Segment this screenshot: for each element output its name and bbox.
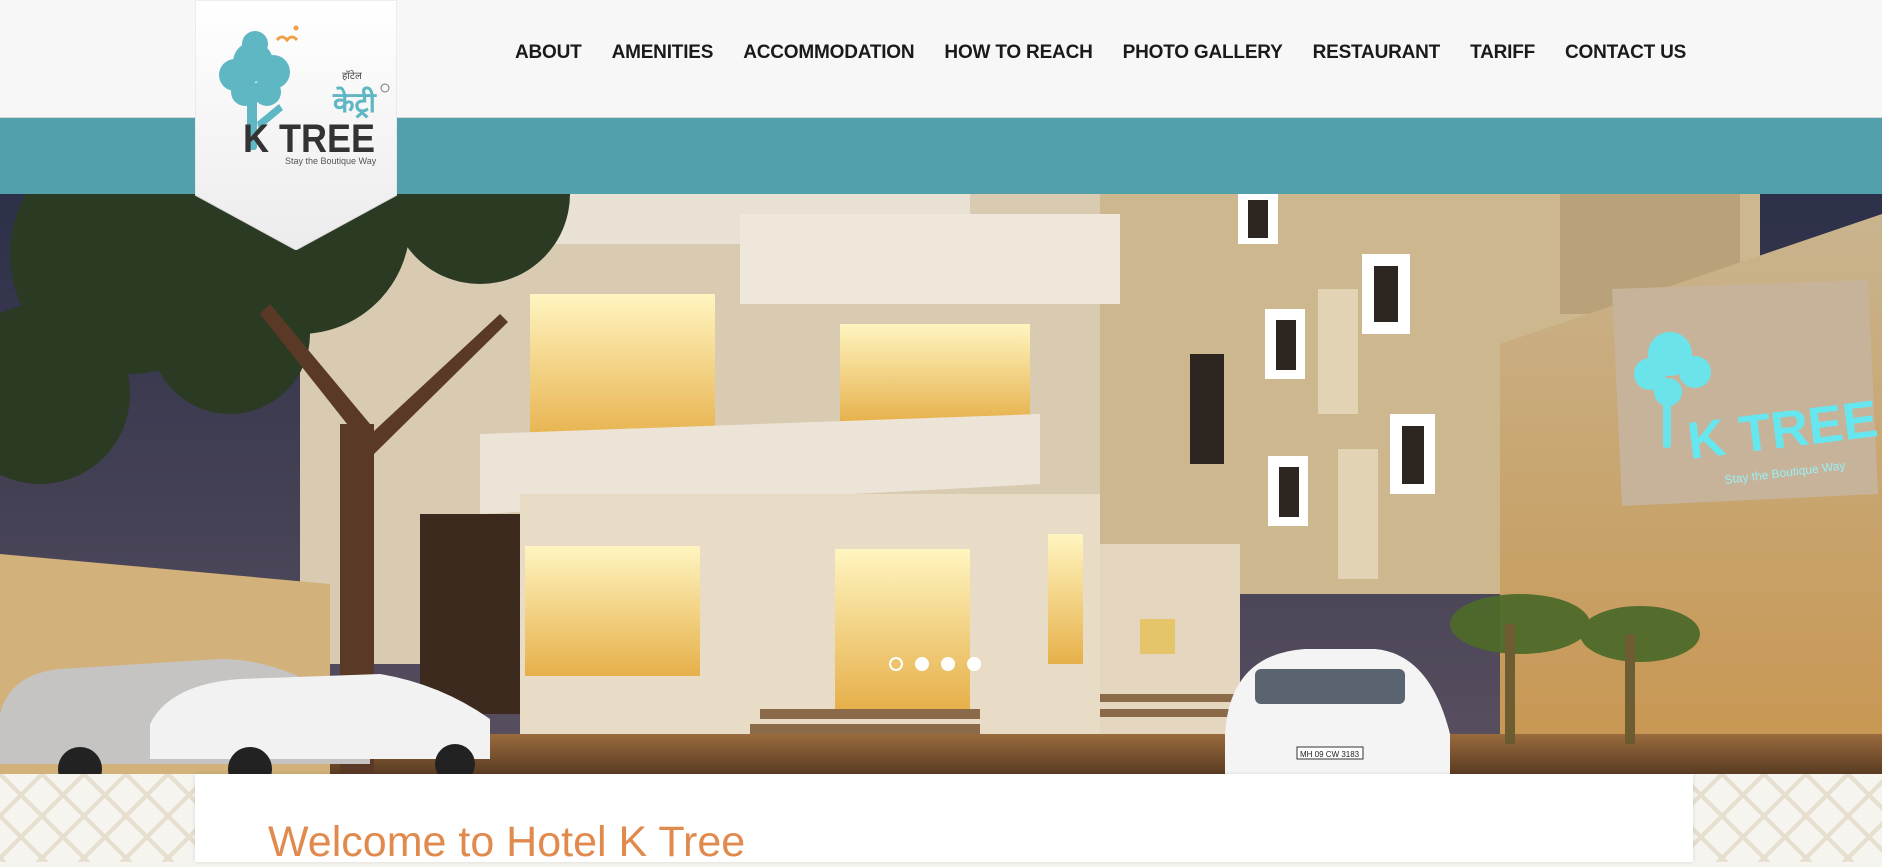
nav-photo-gallery[interactable]: PHOTO GALLERY [1108, 42, 1298, 64]
nav-contact-us[interactable]: CONTACT US [1550, 42, 1701, 64]
logo-tagline: Stay the Boutique Way [285, 156, 377, 166]
welcome-section: Welcome to Hotel K Tree [195, 774, 1693, 866]
nav-tariff[interactable]: TARIFF [1455, 42, 1550, 64]
nav-restaurant[interactable]: RESTAURANT [1298, 42, 1455, 64]
hero-slider: K TREE Stay the Boutique Way MH 09 CW 31… [0, 194, 1882, 774]
slide-dot-3[interactable] [941, 657, 955, 671]
slide-dot-1[interactable] [889, 657, 903, 671]
car-plate: MH 09 CW 3183 [1300, 750, 1360, 759]
nav-about[interactable]: ABOUT [500, 42, 597, 64]
nav-accommodation[interactable]: ACCOMMODATION [728, 42, 929, 64]
logo-devanagari: केट्री [332, 86, 378, 119]
slider-pagination [889, 657, 981, 671]
nav-how-to-reach[interactable]: HOW TO REACH [929, 42, 1107, 64]
site-logo[interactable]: हॉटेल केट्री K TREE Stay the Boutique Wa… [195, 0, 397, 250]
nav-amenities[interactable]: AMENITIES [597, 42, 729, 64]
main-nav: ABOUT AMENITIES ACCOMMODATION HOW TO REA… [500, 42, 1701, 64]
slide-dot-4[interactable] [967, 657, 981, 671]
logo-brand: K TREE [243, 117, 375, 161]
logo-devanagari-small: हॉटेल [342, 70, 362, 82]
welcome-title: Welcome to Hotel K Tree [268, 818, 746, 866]
slide-dot-2[interactable] [915, 657, 929, 671]
hero-hotel-photo: K TREE Stay the Boutique Way MH 09 CW 31… [0, 194, 1882, 774]
